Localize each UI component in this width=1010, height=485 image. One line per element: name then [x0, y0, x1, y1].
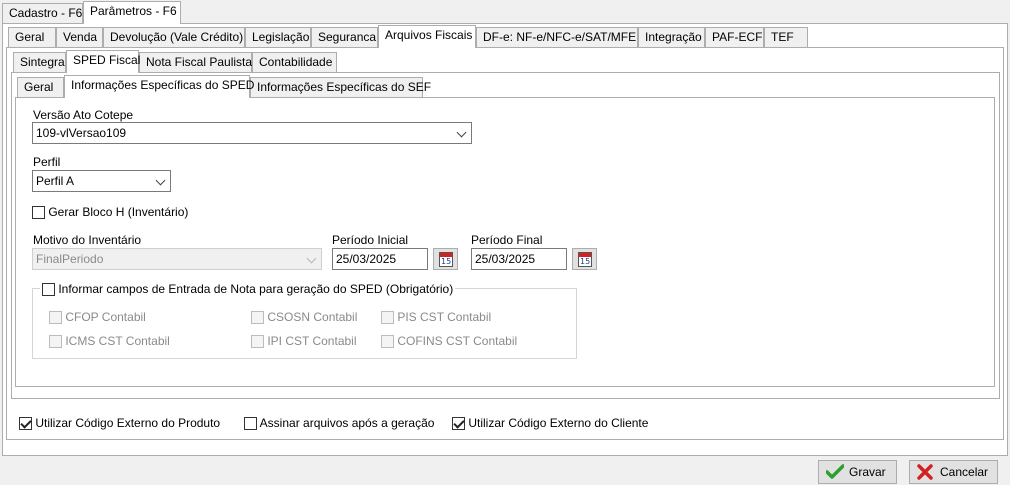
entrada-group-checkbox[interactable]: Informar campos de Entrada de Nota para … [40, 282, 456, 297]
motivo-value: FinalPeriodo [36, 252, 104, 266]
tab-dfe[interactable]: DF-e: NF-e/NFC-e/SAT/MFE [476, 27, 638, 48]
checkbox-icon [251, 311, 264, 325]
gerar-bloco-h-checkbox[interactable]: Gerar Bloco H (Inventário) [32, 205, 189, 220]
cfop-contabil-label: CFOP Contabil [65, 310, 146, 324]
cancel-button-label: Cancelar [940, 465, 989, 479]
pis-cst-contabil-checkbox[interactable]: PIS CST Contabil [381, 310, 492, 325]
gerar-bloco-h-label: Gerar Bloco H (Inventário) [48, 205, 189, 219]
close-icon [917, 464, 933, 480]
entrada-group-label: Informar campos de Entrada de Nota para … [58, 282, 454, 296]
versao-label: Versão Ato Cotepe [33, 108, 134, 122]
chevron-down-icon [456, 127, 467, 138]
periodo-inicial-input[interactable]: 25/03/2025 [332, 248, 428, 270]
periodo-final-input[interactable]: 25/03/2025 [471, 248, 567, 270]
periodo-final-label: Período Final [471, 233, 543, 247]
motivo-select[interactable]: FinalPeriodo [32, 248, 322, 270]
checkbox-icon [381, 311, 394, 325]
pis-cst-contabil-label: PIS CST Contabil [397, 310, 492, 324]
tab-paf-ecf[interactable]: PAF-ECF [705, 27, 764, 48]
tab-info-sef[interactable]: Informações Específicas do SEF [250, 77, 431, 98]
codigo-externo-cliente-label: Utilizar Código Externo do Cliente [468, 416, 649, 430]
tab-devolucao[interactable]: Devolução (Vale Crédito) [103, 27, 245, 48]
tab-nota-fiscal-paulista[interactable]: Nota Fiscal Paulista [139, 52, 252, 73]
checkbox-icon [49, 335, 62, 349]
calendar-icon: 15 [578, 252, 592, 267]
calendar-icon: 15 [439, 252, 453, 267]
assinar-arquivos-label: Assinar arquivos após a geração [259, 416, 435, 430]
codigo-externo-cliente-checkbox[interactable]: Utilizar Código Externo do Cliente [452, 416, 649, 431]
csosn-contabil-label: CSOSN Contabil [267, 310, 358, 324]
ipi-cst-contabil-label: IPI CST Contabil [267, 334, 357, 348]
icms-cst-contabil-label: ICMS CST Contabil [65, 334, 170, 348]
tab-legislacao[interactable]: Legislação [245, 27, 311, 48]
checkbox-icon [49, 311, 62, 325]
checkbox-checked-icon [452, 417, 465, 431]
tab-seguranca[interactable]: Seguranca [311, 27, 378, 48]
checkbox-icon [251, 335, 264, 349]
codigo-externo-produto-label: Utilizar Código Externo do Produto [35, 416, 221, 430]
tab-venda[interactable]: Venda [56, 27, 103, 48]
periodo-final-calendar-button[interactable]: 15 [572, 248, 597, 270]
cofins-cst-contabil-label: COFINS CST Contabil [397, 334, 518, 348]
versao-value: 109-vlVersao109 [36, 126, 127, 140]
checkbox-icon [42, 283, 55, 297]
tab-tef[interactable]: TEF [764, 27, 808, 48]
tab-integracao[interactable]: Integração [638, 27, 705, 48]
cfop-contabil-checkbox[interactable]: CFOP Contabil [49, 310, 146, 325]
checkbox-icon [244, 417, 257, 431]
versao-select[interactable]: 109-vlVersao109 [32, 122, 472, 144]
tab-sped-geral[interactable]: Geral [17, 77, 64, 98]
checkbox-icon [381, 335, 394, 349]
icms-cst-contabil-checkbox[interactable]: ICMS CST Contabil [49, 334, 170, 349]
perfil-value: Perfil A [36, 174, 75, 188]
periodo-inicial-label: Período Inicial [332, 233, 409, 247]
tab-arquivos-fiscais[interactable]: Arquivos Fiscais [378, 25, 476, 48]
tab-info-sped[interactable]: Informações Específicas do SPED [64, 75, 254, 98]
ipi-cst-contabil-checkbox[interactable]: IPI CST Contabil [251, 334, 357, 349]
checkbox-checked-icon [19, 417, 32, 431]
assinar-arquivos-checkbox[interactable]: Assinar arquivos após a geração [244, 416, 435, 431]
perfil-label: Perfil [33, 155, 61, 169]
codigo-externo-produto-checkbox[interactable]: Utilizar Código Externo do Produto [19, 416, 221, 431]
tab-contabilidade[interactable]: Contabilidade [252, 52, 337, 73]
chevron-down-icon [155, 175, 166, 186]
checkmark-icon [826, 464, 844, 479]
motivo-label: Motivo do Inventário [33, 233, 142, 247]
cofins-cst-contabil-checkbox[interactable]: COFINS CST Contabil [381, 334, 518, 349]
tab-sped-fiscal[interactable]: SPED Fiscal [66, 50, 140, 73]
tab-sintegra[interactable]: Sintegra [13, 52, 66, 73]
periodo-inicial-calendar-button[interactable]: 15 [433, 248, 458, 270]
perfil-select[interactable]: Perfil A [32, 170, 171, 192]
csosn-contabil-checkbox[interactable]: CSOSN Contabil [251, 310, 358, 325]
tab-cadastro[interactable]: Cadastro - F6 [2, 3, 83, 24]
cancel-button[interactable]: Cancelar [909, 460, 998, 484]
tab-parametros[interactable]: Parâmetros - F6 [83, 1, 181, 24]
chevron-down-icon [306, 253, 317, 264]
checkbox-icon [32, 206, 45, 220]
save-button[interactable]: Gravar [818, 460, 897, 484]
save-button-label: Gravar [849, 465, 886, 479]
tab-geral[interactable]: Geral [8, 27, 56, 48]
